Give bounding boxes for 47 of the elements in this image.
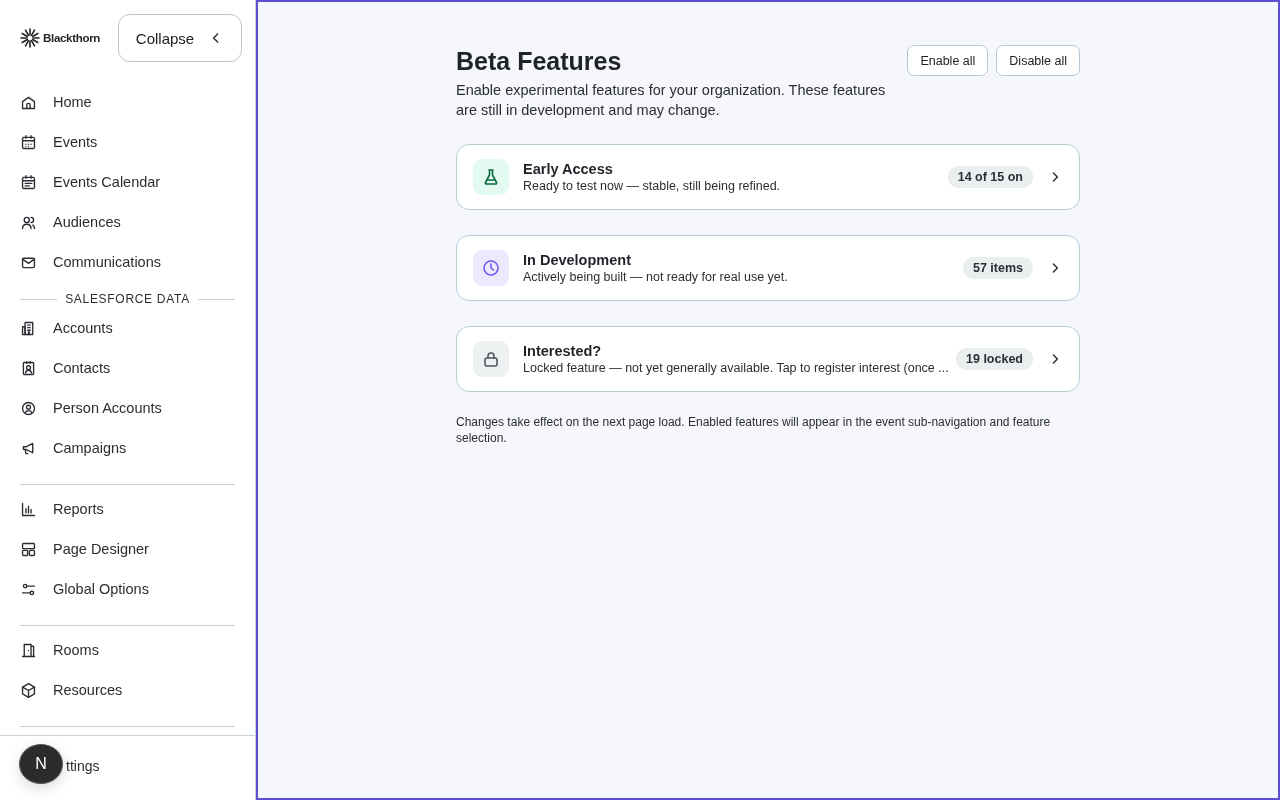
card-subtitle: Ready to test now — stable, still being refined. (523, 177, 782, 195)
section-heading: SALESFORCE DATA (65, 292, 190, 306)
padlock-icon (481, 349, 501, 369)
action-button[interactable]: Disable all (996, 45, 1080, 76)
page-description: Enable experimental features for your organization. These features are still in development and may change. (456, 81, 887, 120)
nav-item[interactable]: Person Accounts (20, 388, 235, 428)
user-circle-icon (20, 399, 37, 417)
nav-item[interactable]: Events Calendar (20, 162, 235, 202)
nav-item[interactable]: ttings (66, 758, 100, 774)
feature-card[interactable]: Early Access Ready to test now — stable, still being refined. 14 of 15 on (456, 144, 1080, 210)
count-badge: 19 locked (956, 348, 1033, 370)
avatar-button[interactable]: N (19, 744, 63, 784)
feature-card[interactable]: Interested? Locked feature — not yet generally available. Tap to register interest (once ... 19 locked (456, 326, 1080, 392)
layout-icon (20, 540, 37, 558)
feature-card[interactable]: In Development Actively being built — not ready for real use yet. 57 items (456, 235, 1080, 301)
door-icon (20, 641, 37, 659)
nav-item[interactable]: Accounts (20, 308, 235, 348)
card-title: Interested? (523, 341, 603, 360)
nav-item[interactable]: Reports (20, 489, 235, 529)
card-title: In Development (523, 250, 632, 269)
nav-item[interactable]: Home (20, 82, 235, 122)
nav-item[interactable]: Resources (20, 670, 235, 710)
action-button[interactable]: Enable all (907, 45, 989, 76)
calendar-icon (20, 133, 37, 151)
nav-item[interactable]: Rooms (20, 630, 235, 670)
clock-icon (481, 258, 501, 278)
card-subtitle: Actively being built — not ready for real use yet. (523, 268, 789, 286)
nav-item[interactable]: Events (20, 122, 235, 162)
count-badge: 57 items (962, 257, 1033, 279)
logo-icon (20, 28, 40, 48)
nav-item[interactable]: Campaigns (20, 428, 235, 468)
nav-item[interactable]: Contacts (20, 348, 235, 388)
page-title: Beta Features (456, 46, 623, 77)
card-subtitle: Locked feature — not yet generally available. Tap to register interest (once ... (523, 359, 946, 377)
calendar-icon (20, 173, 37, 191)
nav-item[interactable]: Page Designer (20, 529, 235, 569)
footnote-text: Changes take effect on the next page load. Enabled features will appear in the event sub-navigation and feature selection. (456, 414, 1052, 446)
nav-item[interactable]: Global Options (20, 569, 235, 609)
card-title: Early Access (523, 159, 614, 178)
nav-item[interactable]: Communications (20, 242, 235, 282)
collapse-button[interactable]: Collapse (118, 14, 242, 62)
nav-item[interactable]: Audiences (20, 202, 235, 242)
bar-chart-icon (20, 500, 37, 518)
logo-text: Blackthorn (43, 32, 101, 44)
count-badge: 14 of 15 on (947, 166, 1033, 188)
contact-card-icon (20, 359, 37, 377)
cube-icon (20, 681, 37, 699)
